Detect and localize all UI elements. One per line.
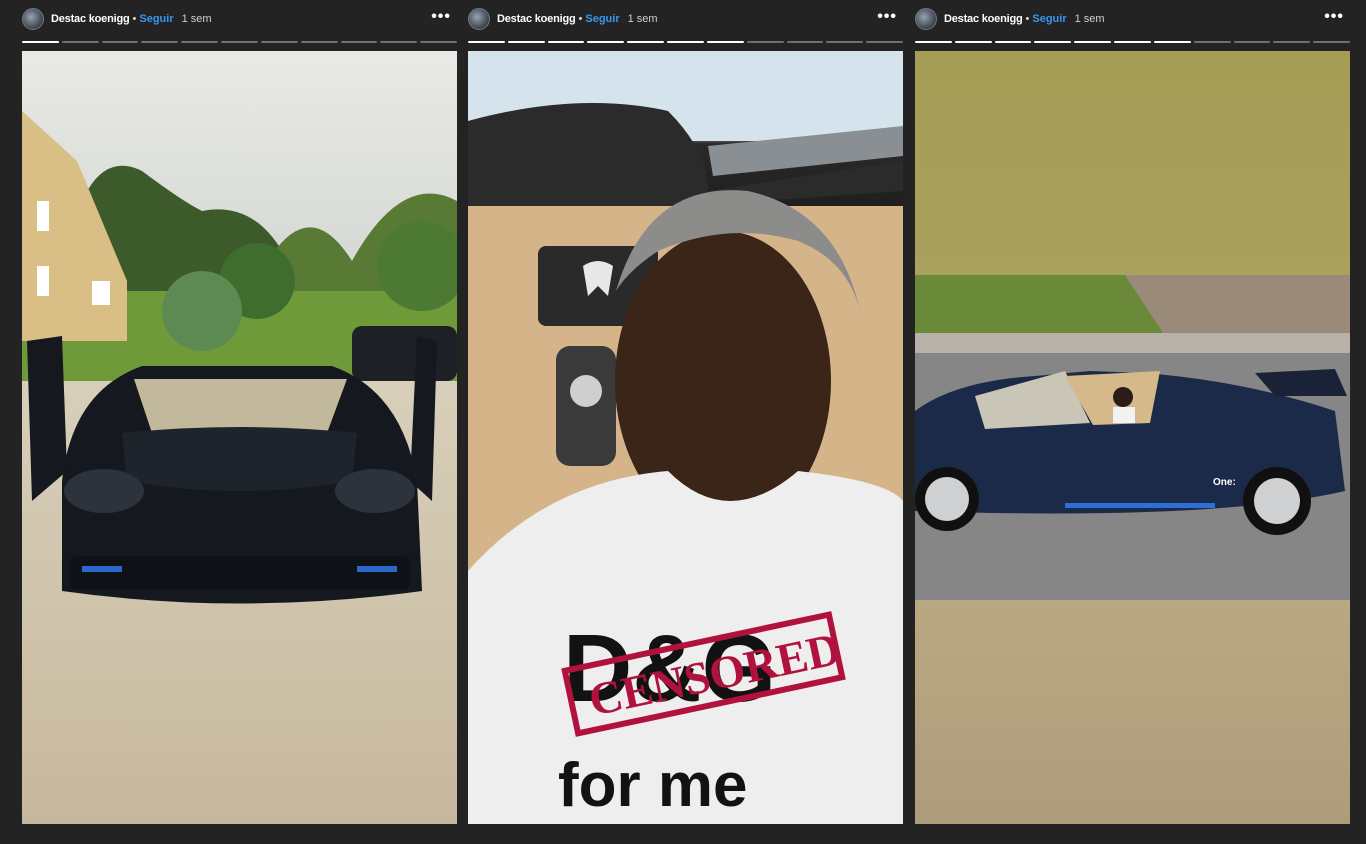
story-media[interactable]: D&G for me CENSORED [468, 51, 903, 824]
progress-segment[interactable] [181, 41, 219, 43]
follow-button[interactable]: Seguir [139, 13, 173, 25]
follow-button[interactable]: Seguir [585, 13, 619, 25]
story-progress-bar [468, 41, 903, 43]
timestamp: 1 sem [627, 13, 658, 25]
separator: • [1025, 13, 1030, 25]
progress-segment[interactable] [468, 41, 505, 43]
progress-segment[interactable] [101, 41, 139, 43]
progress-segment[interactable] [507, 41, 545, 43]
story-panel-2[interactable]: Destac koenigg • Seguir 1 sem ••• D&G fo… [468, 0, 903, 844]
progress-segment[interactable] [1153, 41, 1191, 43]
progress-segment[interactable] [61, 41, 99, 43]
progress-segment[interactable] [1034, 41, 1072, 43]
progress-segment[interactable] [587, 41, 625, 43]
shirt-line-text: for me [558, 751, 747, 820]
story-image: One: [915, 51, 1350, 824]
more-icon[interactable]: ••• [877, 9, 897, 25]
separator: • [132, 13, 137, 25]
follow-button[interactable]: Seguir [1032, 13, 1066, 25]
story-progress-bar [915, 41, 1350, 43]
username[interactable]: Destac koenigg [51, 13, 130, 25]
progress-segment[interactable] [826, 41, 864, 43]
progress-segment[interactable] [380, 41, 418, 43]
story-header: Destac koenigg • Seguir 1 sem ••• [468, 7, 903, 31]
progress-segment[interactable] [260, 41, 298, 43]
timestamp: 1 sem [181, 13, 212, 25]
avatar[interactable] [468, 8, 490, 30]
story-media[interactable] [22, 51, 457, 824]
story-header: Destac koenigg • Seguir 1 sem ••• [22, 7, 457, 31]
more-icon[interactable]: ••• [431, 9, 451, 25]
story-media[interactable]: One: [915, 51, 1350, 824]
progress-segment[interactable] [340, 41, 378, 43]
progress-segment[interactable] [994, 41, 1032, 43]
progress-segment[interactable] [141, 41, 179, 43]
progress-segment[interactable] [300, 41, 338, 43]
username[interactable]: Destac koenigg [497, 13, 576, 25]
progress-segment[interactable] [866, 41, 903, 43]
progress-segment[interactable] [420, 41, 457, 43]
progress-segment[interactable] [1233, 41, 1271, 43]
avatar[interactable] [22, 8, 44, 30]
progress-segment[interactable] [221, 41, 258, 43]
story-panel-3[interactable]: Destac koenigg • Seguir 1 sem ••• One: [915, 0, 1350, 844]
progress-segment[interactable] [1313, 41, 1350, 43]
progress-segment[interactable] [1273, 41, 1311, 43]
progress-segment[interactable] [915, 41, 952, 43]
timestamp: 1 sem [1074, 13, 1105, 25]
story-image [22, 51, 457, 824]
car-badge-text: One: [1213, 477, 1236, 488]
separator: • [578, 13, 583, 25]
progress-segment[interactable] [786, 41, 824, 43]
progress-segment[interactable] [547, 41, 585, 43]
progress-segment[interactable] [627, 41, 665, 43]
progress-segment[interactable] [954, 41, 992, 43]
story-panel-1[interactable]: Destac koenigg • Seguir 1 sem ••• [22, 0, 457, 844]
story-progress-bar [22, 41, 457, 43]
avatar[interactable] [915, 8, 937, 30]
progress-segment[interactable] [1193, 41, 1231, 43]
story-header: Destac koenigg • Seguir 1 sem ••• [915, 7, 1350, 31]
progress-segment[interactable] [1074, 41, 1112, 43]
progress-segment[interactable] [746, 41, 784, 43]
progress-segment[interactable] [22, 41, 59, 43]
more-icon[interactable]: ••• [1324, 9, 1344, 25]
progress-segment[interactable] [706, 41, 744, 43]
story-image: D&G for me CENSORED [468, 51, 903, 824]
progress-segment[interactable] [667, 41, 704, 43]
username[interactable]: Destac koenigg [944, 13, 1023, 25]
progress-segment[interactable] [1114, 41, 1151, 43]
